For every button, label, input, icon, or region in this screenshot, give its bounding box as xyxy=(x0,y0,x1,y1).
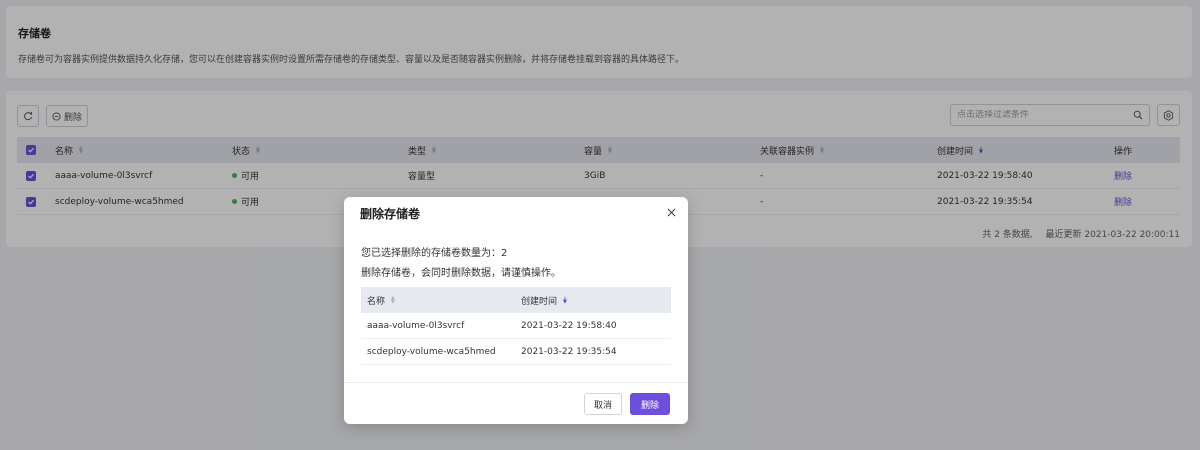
dialog-column-name-label: 名称 xyxy=(367,296,386,307)
dialog-column-name[interactable]: 名称 ▲ ▼ xyxy=(367,287,395,313)
close-icon[interactable] xyxy=(664,205,678,219)
dialog-divider xyxy=(344,382,688,383)
confirm-delete-button[interactable]: 删除 xyxy=(630,393,670,415)
dialog-volume-created: 2021-03-22 19:35:54 xyxy=(521,346,617,357)
sort-icon[interactable]: ▲ ▼ xyxy=(391,296,395,305)
cancel-button[interactable]: 取消 xyxy=(584,393,622,415)
dialog-volume-created: 2021-03-22 19:58:40 xyxy=(521,320,617,331)
sort-icon[interactable]: ▲ ▼ xyxy=(563,296,567,305)
dialog-table-header: 名称 ▲ ▼ 创建时间 ▲ ▼ xyxy=(361,287,671,313)
delete-volume-dialog: 删除存储卷 您已选择删除的存储卷数量为：2 删除存储卷，会同时删除数据，请谨慎操… xyxy=(344,197,688,424)
dialog-column-created[interactable]: 创建时间 ▲ ▼ xyxy=(521,287,567,313)
dialog-title: 删除存储卷 xyxy=(360,207,421,221)
dialog-header: 删除存储卷 xyxy=(344,197,688,227)
dialog-column-created-label: 创建时间 xyxy=(521,296,558,307)
dialog-warning-text: 删除存储卷，会同时删除数据，请谨慎操作。 xyxy=(361,268,561,279)
dialog-table-row: aaaa-volume-0l3svrcf 2021-03-22 19:58:40 xyxy=(361,313,671,339)
dialog-volume-name: aaaa-volume-0l3svrcf xyxy=(367,320,465,331)
dialog-volume-name: scdeploy-volume-wca5hmed xyxy=(367,346,496,357)
dialog-table-row: scdeploy-volume-wca5hmed 2021-03-22 19:3… xyxy=(361,339,671,365)
dialog-table: 名称 ▲ ▼ 创建时间 ▲ ▼ aaaa-volume-0l3svrcf 2021-… xyxy=(361,287,671,365)
dialog-count-text: 您已选择删除的存储卷数量为：2 xyxy=(361,248,508,259)
